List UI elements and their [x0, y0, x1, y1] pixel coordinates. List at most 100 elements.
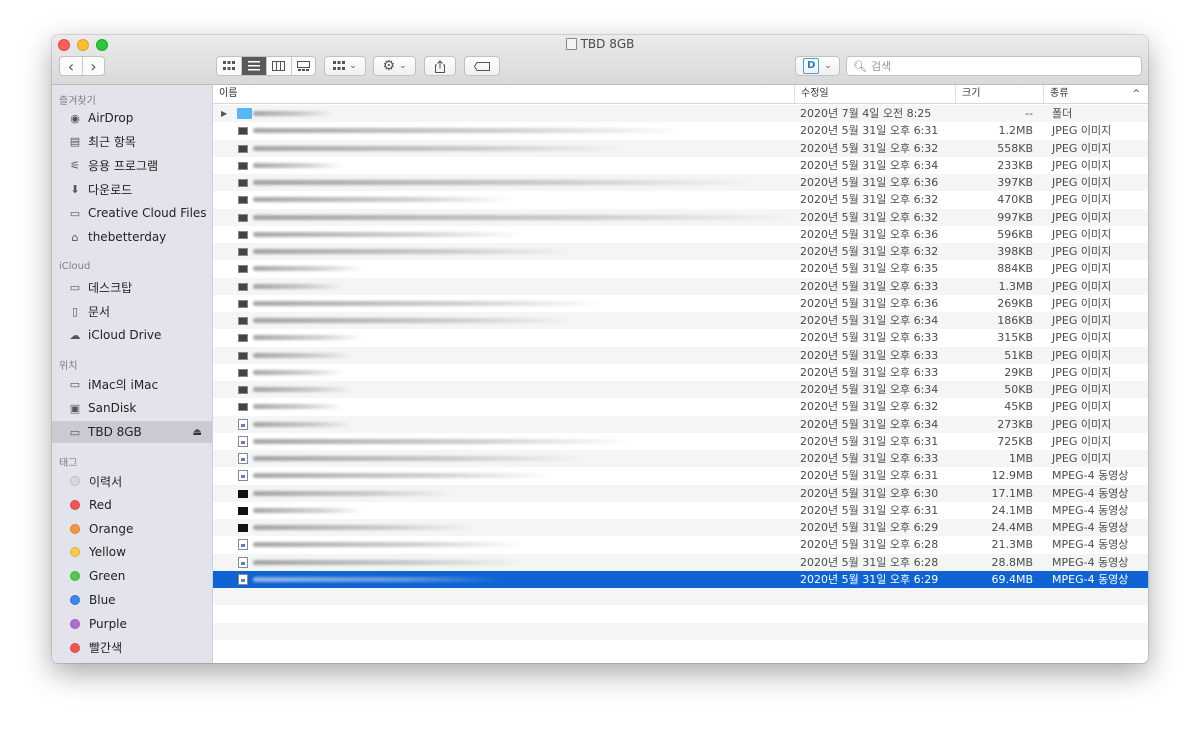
column-header-size[interactable]: 크기 [955, 85, 1043, 103]
file-row[interactable]: 2020년 5월 31일 오후 6:34 233KB JPEG 이미지 [213, 157, 1148, 174]
file-kind: JPEG 이미지 [1052, 296, 1112, 310]
sidebar-item-label: Green [89, 569, 126, 584]
file-row[interactable]: 2020년 5월 31일 오후 6:33 315KB JPEG 이미지 [213, 329, 1148, 346]
file-size: 45KB [1004, 400, 1033, 414]
sidebar-item-label: SanDisk [88, 401, 137, 415]
file-row[interactable]: 2020년 5월 31일 오후 6:35 884KB JPEG 이미지 [213, 260, 1148, 277]
dropbox-menu-button[interactable]: D ⌄ [795, 56, 840, 76]
downloads-icon: ⬇ [70, 182, 80, 196]
file-row[interactable]: 2020년 5월 31일 오후 6:33 51KB JPEG 이미지 [213, 346, 1148, 364]
gear-icon: ⚙ [382, 58, 395, 74]
blurred-filename [253, 438, 633, 444]
eject-icon[interactable]: ⏏ [193, 427, 202, 438]
sidebar-item[interactable]: Blue [52, 589, 212, 611]
file-row[interactable]: 2020년 5월 31일 오후 6:31 24.1MB MPEG-4 동영상 [213, 502, 1148, 519]
file-row[interactable]: 2020년 5월 31일 오후 6:31 725KB JPEG 이미지 [213, 433, 1148, 450]
file-row[interactable]: 2020년 5월 31일 오후 6:32 470KB JPEG 이미지 [213, 191, 1148, 208]
file-date: 2020년 5월 31일 오후 6:33 [800, 279, 939, 293]
file-kind: MPEG-4 동영상 [1052, 521, 1129, 534]
sidebar-item[interactable]: ⬇ 다운로드 [52, 178, 212, 200]
sidebar-item[interactable]: ▣ SanDisk [52, 397, 212, 419]
sidebar-item[interactable]: ▯ 문서 [52, 300, 212, 322]
desktop-icon: ▭ [69, 280, 81, 294]
file-row[interactable]: 2020년 5월 31일 오후 6:31 12.9MB MPEG-4 동영상 [213, 467, 1148, 484]
file-kind: JPEG 이미지 [1052, 400, 1112, 414]
sidebar-item[interactable]: ⚟ 응용 프로그램 [52, 155, 212, 177]
file-row[interactable]: 2020년 5월 31일 오후 6:33 29KB JPEG 이미지 [213, 364, 1148, 381]
file-row[interactable]: 2020년 5월 31일 오후 6:34 50KB JPEG 이미지 [213, 381, 1148, 399]
sidebar-item-label: 응용 프로그램 [88, 159, 159, 174]
column-header-date[interactable]: 수정일 [794, 85, 955, 103]
sidebar-item[interactable]: ▭ 데스크탑 [52, 276, 212, 298]
file-kind: MPEG-4 동영상 [1052, 572, 1129, 586]
sidebar-item-label: 최근 항목 [88, 135, 136, 150]
file-row[interactable]: 2020년 5월 31일 오후 6:28 28.8MB MPEG-4 동영상 [213, 553, 1148, 571]
file-kind: JPEG 이미지 [1052, 365, 1112, 379]
sidebar-item[interactable]: 빨간색 [52, 637, 212, 659]
file-row[interactable]: 2020년 5월 31일 오후 6:29 24.4MB MPEG-4 동영상 [213, 519, 1148, 537]
column-header-kind[interactable]: 종류 ^ [1043, 85, 1148, 103]
blurred-filename [253, 559, 523, 565]
share-button[interactable] [424, 56, 456, 76]
sidebar-item[interactable]: Green [52, 565, 212, 587]
app-extension-icon: D [803, 58, 820, 74]
file-date: 2020년 5월 31일 오후 6:36 [800, 227, 939, 241]
file-row[interactable]: 2020년 5월 31일 오후 6:33 1MB JPEG 이미지 [213, 450, 1148, 468]
file-row[interactable]: 2020년 5월 31일 오후 6:29 69.4MB MPEG-4 동영상 [213, 570, 1148, 588]
file-row[interactable]: 2020년 5월 31일 오후 6:28 21.3MB MPEG-4 동영상 [213, 536, 1148, 553]
file-row[interactable]: 2020년 5월 31일 오후 6:36 269KB JPEG 이미지 [213, 295, 1148, 312]
disclosure-triangle-icon[interactable]: ▶ [221, 105, 227, 122]
file-row[interactable]: 2020년 5월 31일 오후 6:36 596KB JPEG 이미지 [213, 226, 1148, 243]
icon-view-button[interactable] [217, 57, 242, 75]
file-row[interactable]: 2020년 5월 31일 오후 6:31 1.2MB JPEG 이미지 [213, 122, 1148, 139]
file-row[interactable]: 2020년 5월 31일 오후 6:32 398KB JPEG 이미지 [213, 243, 1148, 261]
drive-icon: ▭ [69, 425, 81, 439]
file-size: 24.1MB [991, 503, 1033, 517]
action-menu-button[interactable]: ⚙ ⌄ [373, 56, 416, 76]
file-row[interactable]: 2020년 5월 31일 오후 6:32 997KB JPEG 이미지 [213, 208, 1148, 226]
forward-button[interactable]: › [83, 57, 104, 75]
file-size: 997KB [997, 210, 1033, 224]
file-row[interactable]: 2020년 5월 31일 오후 6:34 273KB JPEG 이미지 [213, 415, 1148, 433]
column-header-name[interactable]: 이름 [213, 85, 790, 103]
file-row[interactable]: 2020년 5월 31일 오후 6:30 17.1MB MPEG-4 동영상 [213, 484, 1148, 502]
file-size: 17.1MB [991, 486, 1033, 500]
sidebar-item[interactable]: ▭ iMac의 iMac [52, 373, 212, 395]
chevron-down-icon: ⌄ [399, 61, 407, 71]
file-date: 2020년 5월 31일 오후 6:35 [800, 262, 939, 276]
sidebar-item[interactable]: 이력서 [52, 470, 212, 492]
sidebar-item[interactable]: Orange [52, 518, 212, 540]
gallery-view-button[interactable] [292, 57, 315, 75]
sidebar-item[interactable]: ⌂ thebetterday [52, 226, 212, 248]
sidebar-item[interactable]: Yellow [52, 541, 212, 563]
blurred-filename [253, 421, 353, 427]
file-row[interactable]: 2020년 5월 31일 오후 6:33 1.3MB JPEG 이미지 [213, 277, 1148, 295]
list-view-button[interactable] [241, 57, 267, 75]
sidebar-item[interactable]: ▤ 최근 항목 [52, 131, 212, 153]
image-thumbnail-icon [238, 230, 248, 239]
file-row[interactable]: 2020년 5월 31일 오후 6:34 186KB JPEG 이미지 [213, 312, 1148, 330]
blurred-filename [253, 266, 363, 272]
file-row[interactable]: 2020년 5월 31일 오후 6:32 558KB JPEG 이미지 [213, 139, 1148, 157]
sidebar-item[interactable]: ◉ AirDrop [52, 107, 212, 129]
file-row[interactable]: 2020년 5월 31일 오후 6:36 397KB JPEG 이미지 [213, 174, 1148, 192]
window-title: TBD 8GB [52, 37, 1148, 51]
file-row[interactable]: 2020년 5월 31일 오후 6:32 45KB JPEG 이미지 [213, 398, 1148, 415]
sidebar-item[interactable]: Red [52, 494, 212, 516]
column-view-button[interactable] [267, 57, 292, 75]
sidebar-item[interactable]: ☁ iCloud Drive [52, 324, 212, 346]
sidebar-item[interactable]: Purple [52, 613, 212, 635]
back-button[interactable]: ‹ [60, 57, 83, 75]
file-size: 397KB [997, 176, 1033, 189]
search-field[interactable]: 🔍︎ 검색 [846, 56, 1142, 76]
video-thumbnail-icon [238, 489, 248, 498]
sidebar-item[interactable]: ▭ Creative Cloud Files [52, 202, 212, 224]
sidebar-item[interactable]: ▭ TBD 8GB ⏏ [52, 421, 212, 443]
file-icon [238, 539, 248, 551]
file-kind: JPEG 이미지 [1052, 262, 1112, 276]
tags-button[interactable] [464, 56, 500, 76]
file-row[interactable]: ▶ 2020년 7월 4일 오전 8:25 -- 폴더 [213, 105, 1148, 123]
group-by-button[interactable]: ⌄ [324, 56, 366, 76]
file-kind: MPEG-4 동영상 [1052, 503, 1129, 517]
file-size: 69.4MB [991, 572, 1033, 586]
